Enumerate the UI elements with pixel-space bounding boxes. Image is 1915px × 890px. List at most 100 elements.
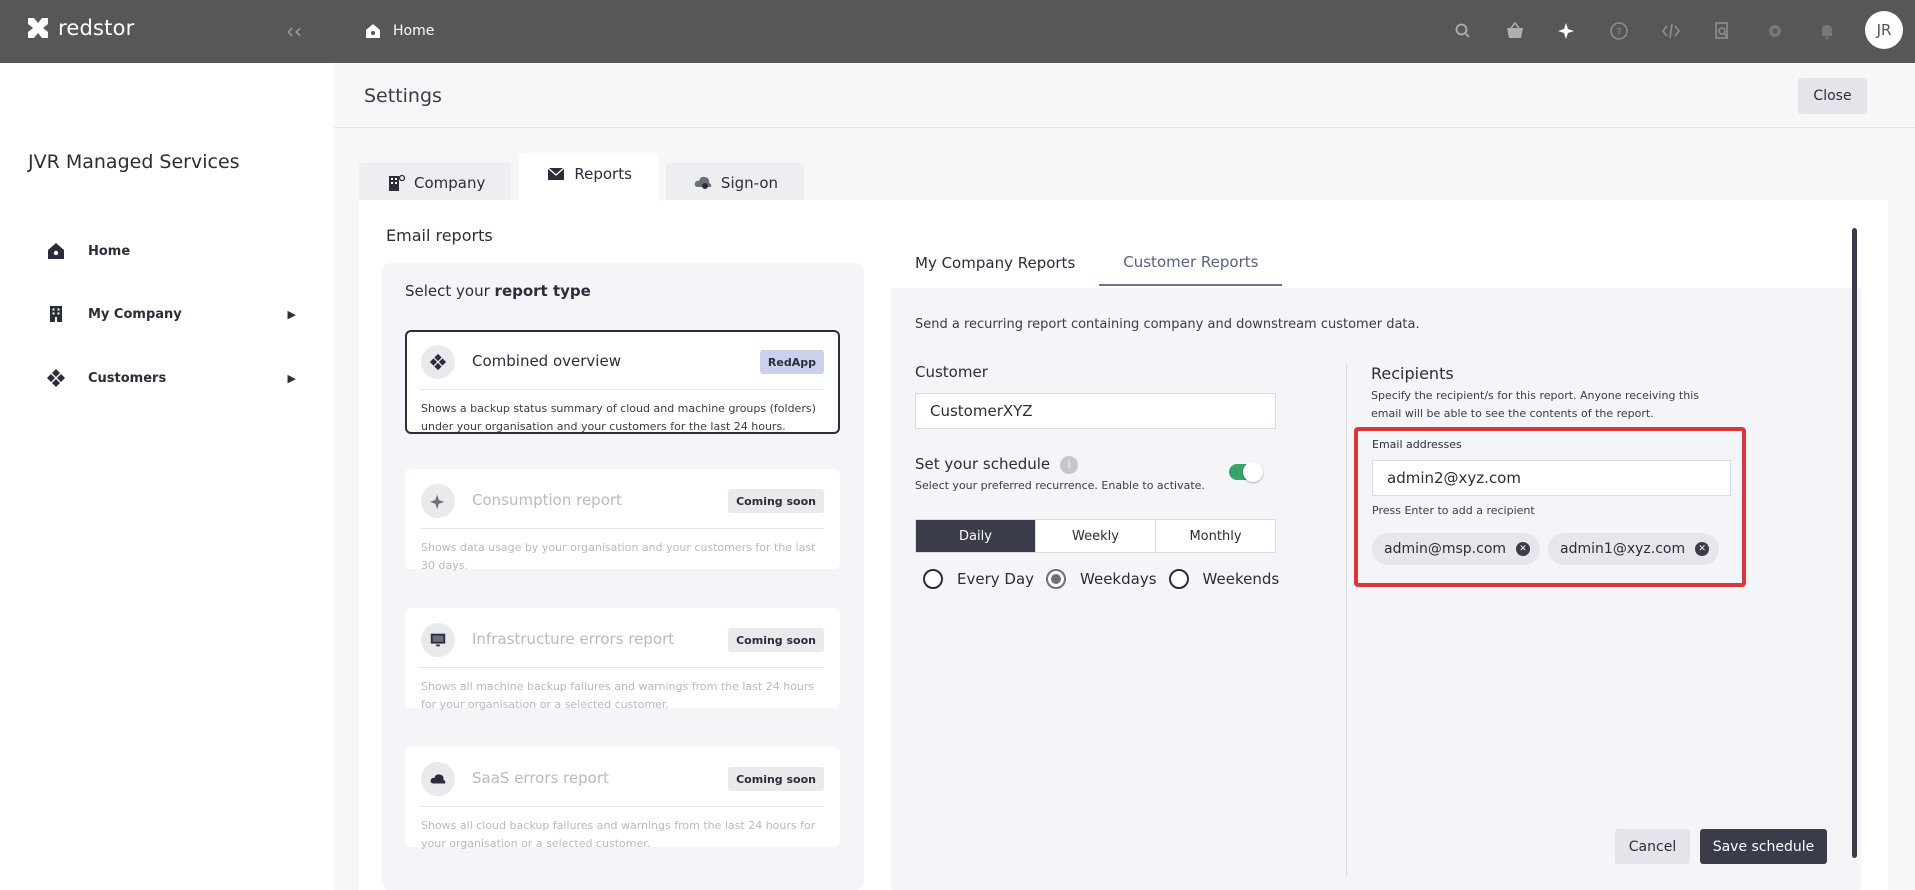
cloud-icon [421,762,455,796]
sidebar-item-home[interactable]: Home [46,241,296,261]
tab-label: Sign-on [720,174,779,192]
radio-circle [1168,569,1189,589]
org-name: JVR Managed Services [28,151,240,173]
chip-label: admin1@xyz.com [1560,541,1686,557]
divider [334,127,1915,128]
sparkle-icon[interactable] [1541,14,1593,48]
frequency-monthly[interactable]: Monthly [1156,520,1275,552]
monitor-icon [421,623,455,657]
save-schedule-button[interactable]: Save schedule [1700,829,1827,864]
schedule-toggle[interactable] [1229,462,1263,482]
scrollbar[interactable] [1852,228,1857,858]
company-icon [389,174,406,191]
coming-soon-badge: Coming soon [728,489,824,513]
email-addresses-box: Email addresses Press Enter to add a rec… [1354,427,1746,587]
collapse-sidebar-icon[interactable]: ‹‹ [286,19,310,43]
remove-icon[interactable]: ✕ [1695,542,1710,556]
coming-soon-badge: Coming soon [728,628,824,652]
help-icon[interactable]: ? [1593,14,1645,48]
tab-customer-reports[interactable]: Customer Reports [1099,240,1283,286]
tab-company[interactable]: Company [359,163,512,203]
tab-reports[interactable]: Reports [519,153,658,203]
customer-reports-form: Send a recurring report containing compa… [891,288,1861,890]
svg-text:?: ? [1616,27,1621,38]
consumption-icon [421,484,455,518]
report-subtabs: My Company Reports Customer Reports [891,240,1283,286]
frequency-weekly[interactable]: Weekly [1036,520,1156,552]
redstor-logo-icon [28,18,48,38]
card-title: SaaS errors report [472,769,609,787]
card-divider [421,528,824,529]
card-title: Consumption report [472,491,622,509]
brand-logo[interactable]: redstor [24,14,134,42]
frequency-daily[interactable]: Daily [916,520,1036,552]
home-icon [48,243,64,259]
email-label: Email addresses [1372,438,1462,451]
tab-sign-on[interactable]: Sign-on [665,163,805,203]
search-doc-icon[interactable] [1697,14,1749,48]
radio-circle [1046,569,1067,589]
sidebar-item-customers[interactable]: Customers ▶ [46,368,296,388]
brand-name: redstor [58,16,135,40]
email-input[interactable] [1372,460,1731,496]
radio-circle [923,569,943,589]
report-card-consumption: Consumption report Coming soon Shows dat… [405,469,840,572]
caret-right-icon: ▶ [287,371,296,385]
card-title: Infrastructure errors report [472,630,675,648]
schedule-label: Set your schedule i [915,455,1079,474]
radio-label: Every Day [957,570,1035,588]
report-card-infrastructure-errors: Infrastructure errors report Coming soon… [405,608,840,711]
code-icon[interactable] [1645,14,1697,48]
radio-label: Weekdays [1080,570,1157,588]
heading-bold: report type [494,282,591,300]
radio-label: Weekends [1202,570,1280,588]
card-title: Combined overview [472,352,621,370]
report-card-combined-overview[interactable]: Combined overview RedApp Shows a backup … [405,330,840,434]
recipients-description: Specify the recipient/s for this report.… [1371,389,1700,420]
chip-label: admin@msp.com [1384,541,1507,557]
vertical-divider [1346,365,1347,875]
cancel-button[interactable]: Cancel [1615,829,1690,864]
basket-icon[interactable] [1489,14,1541,48]
customer-input[interactable] [915,393,1276,429]
report-card-saas-errors: SaaS errors report Coming soon Shows all… [405,747,840,850]
redapp-badge: RedApp [759,350,824,374]
page-title: Settings [364,85,442,107]
sidebar-item-my-company[interactable]: My Company ▶ [46,304,296,324]
cloud-key-icon [694,176,712,189]
coming-soon-badge: Coming soon [728,767,824,791]
breadcrumb[interactable]: Home [363,21,434,41]
recipients-title: Recipients [1371,364,1454,383]
reports-panel: Email reports Select your report type Co… [359,200,1888,890]
settings-tabs: Company Reports Sign-on [359,153,805,203]
report-type-heading: Select your report type [405,282,591,300]
avatar[interactable]: JR [1865,11,1903,49]
report-type-panel: Select your report type Combined overvie… [382,263,864,890]
radio-every-day[interactable]: Every Day [923,569,1034,589]
tab-label: Reports [574,165,632,183]
card-description: Shows all machine backup failures and wa… [421,680,815,711]
remove-icon[interactable]: ✕ [1516,542,1531,556]
sidebar-item-label: My Company [88,306,182,322]
radio-weekdays[interactable]: Weekdays [1046,569,1157,589]
recipient-chip: admin1@xyz.com ✕ [1548,533,1720,565]
close-button[interactable]: Close [1798,78,1867,114]
search-icon[interactable] [1437,14,1489,48]
home-icon [366,24,380,38]
tab-my-company-reports[interactable]: My Company Reports [891,240,1099,286]
customer-label: Customer [915,363,988,381]
card-description: Shows data usage by your organisation an… [421,541,816,572]
schedule-label-text: Set your schedule [915,455,1051,473]
day-options: Every Day Weekdays Weekends [923,569,1291,589]
settings-icon[interactable] [1749,14,1801,48]
bell-icon[interactable] [1801,14,1853,48]
frequency-selector: Daily Weekly Monthly [915,519,1276,553]
main-content: Settings Close Company Reports Sign-on E… [334,63,1915,890]
customers-icon [47,369,65,387]
radio-weekends[interactable]: Weekends [1168,569,1280,589]
sidebar: JVR Managed Services Home My Company ▶ C… [0,63,334,890]
card-divider [421,806,824,807]
top-bar: redstor ‹‹ Home ? JR [0,0,1915,63]
form-description: Send a recurring report containing compa… [915,317,1420,332]
info-icon[interactable]: i [1060,455,1079,474]
